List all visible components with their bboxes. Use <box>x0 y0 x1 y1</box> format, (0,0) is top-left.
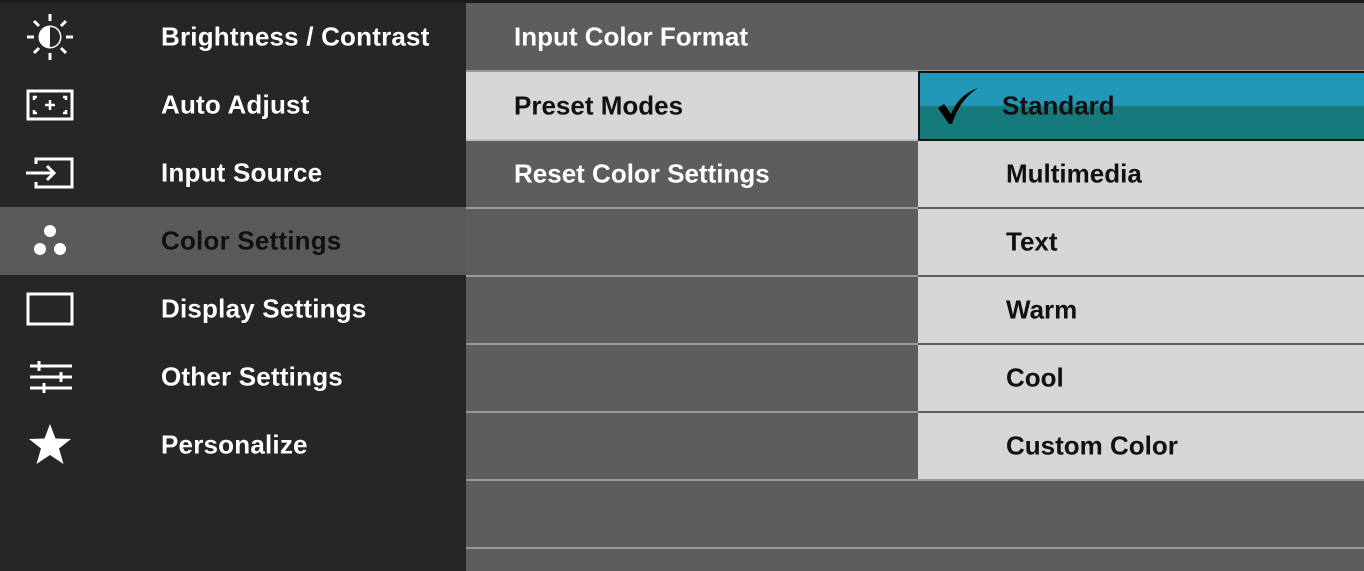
menu-item-brightness-contrast[interactable]: Brightness / Contrast <box>0 3 466 71</box>
submenu-empty-row <box>466 413 918 481</box>
submenu-item-label: Input Color Format <box>514 21 748 51</box>
preset-option-label: Multimedia <box>1006 158 1142 189</box>
preset-option-custom-color[interactable]: Custom Color <box>918 413 1364 481</box>
main-menu: Brightness / Contrast Auto Adjust Input … <box>0 3 466 571</box>
menu-item-auto-adjust[interactable]: Auto Adjust <box>0 71 466 139</box>
menu-item-label: Display Settings <box>161 293 367 324</box>
preset-option-label: Warm <box>1006 294 1078 325</box>
preset-option-cool[interactable]: Cool <box>918 345 1364 413</box>
submenu-item-preset-modes[interactable]: Preset Modes <box>466 72 918 141</box>
preset-option-warm[interactable]: Warm <box>918 277 1364 345</box>
star-icon <box>14 420 86 470</box>
submenu-item-reset-color-settings[interactable]: Reset Color Settings <box>466 141 918 209</box>
submenu-empty-row <box>466 345 918 413</box>
submenu-empty-row <box>466 209 918 277</box>
menu-item-label: Other Settings <box>161 361 343 392</box>
menu-item-personalize[interactable]: Personalize <box>0 411 466 479</box>
menu-item-other-settings[interactable]: Other Settings <box>0 343 466 411</box>
input-source-icon <box>14 148 86 198</box>
preset-option-text[interactable]: Text <box>918 209 1364 277</box>
submenu-empty-row <box>466 277 918 345</box>
preset-option-standard[interactable]: Standard <box>918 71 1364 141</box>
preset-option-label: Cool <box>1006 362 1064 393</box>
preset-option-multimedia[interactable]: Multimedia <box>918 141 1364 209</box>
checkmark-icon <box>936 86 980 126</box>
menu-item-label: Auto Adjust <box>161 89 310 120</box>
menu-item-color-settings[interactable]: Color Settings <box>0 207 466 275</box>
menu-item-label: Brightness / Contrast <box>161 21 430 52</box>
brightness-icon <box>14 12 86 62</box>
menu-item-label: Personalize <box>161 429 308 460</box>
submenu-item-label: Preset Modes <box>514 90 684 120</box>
other-settings-icon <box>14 352 86 402</box>
auto-adjust-icon <box>14 80 86 130</box>
menu-item-label: Input Source <box>161 157 323 188</box>
color-settings-icon <box>14 216 86 266</box>
menu-item-label: Color Settings <box>161 225 342 256</box>
preset-option-label: Standard <box>1002 90 1115 121</box>
menu-item-display-settings[interactable]: Display Settings <box>0 275 466 343</box>
menu-item-input-source[interactable]: Input Source <box>0 139 466 207</box>
submenu-item-input-color-format[interactable]: Input Color Format <box>466 3 1364 72</box>
submenu-item-label: Reset Color Settings <box>514 158 770 189</box>
preset-option-label: Custom Color <box>1006 430 1178 461</box>
preset-option-label: Text <box>1006 226 1058 257</box>
submenu-empty-row <box>466 481 1364 549</box>
display-settings-icon <box>14 284 86 334</box>
